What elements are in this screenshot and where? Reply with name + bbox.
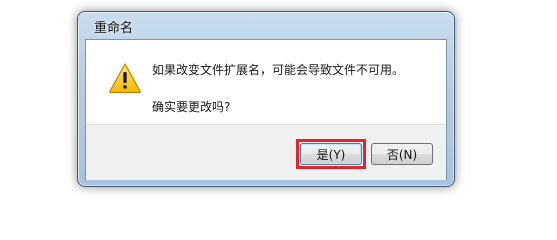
dialog-body: 如果改变文件扩展名，可能会导致文件不可用。 确实要更改吗? 是(Y) 否(N) (85, 39, 447, 180)
message-line-1: 如果改变文件扩展名，可能会导致文件不可用。 (152, 63, 405, 77)
dialog-titlebar[interactable]: 重命名 (78, 12, 454, 38)
no-button[interactable]: 否(N) (371, 143, 433, 165)
warning-icon (109, 63, 141, 94)
message-line-2: 确实要更改吗? (152, 100, 231, 114)
rename-dialog: 重命名 如果改变文件扩展名，可能会导致文件不可用。 确实要更改吗? 是(Y) 否… (77, 11, 455, 187)
message-area: 如果改变文件扩展名，可能会导致文件不可用。 确实要更改吗? (86, 40, 446, 124)
button-bar: 是(Y) 否(N) (86, 124, 446, 180)
highlight-box (296, 139, 366, 169)
dialog-title: 重命名 (94, 21, 134, 36)
